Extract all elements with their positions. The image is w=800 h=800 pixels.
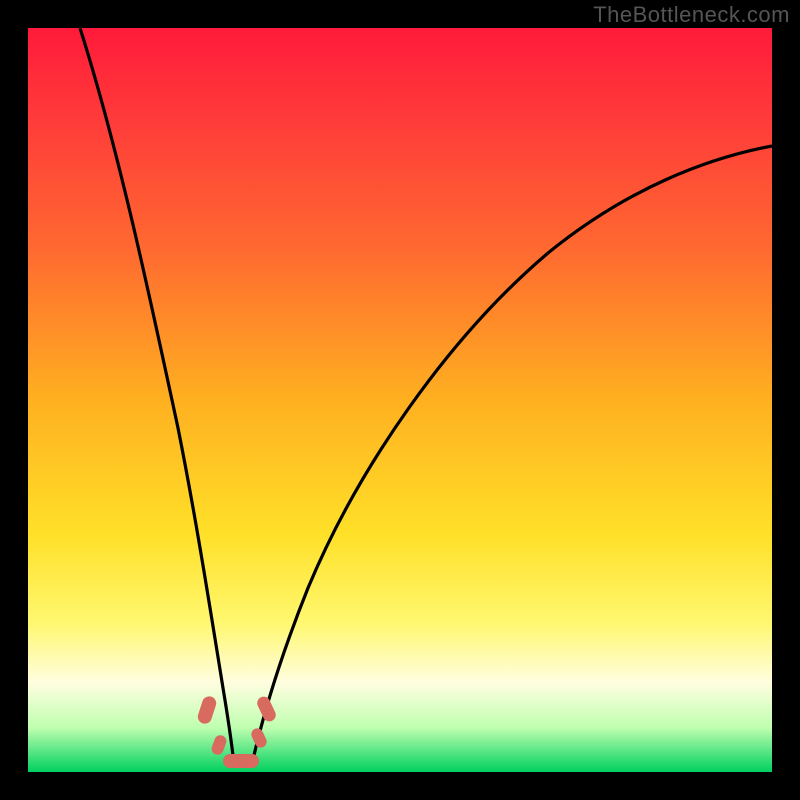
- curve-right: [252, 146, 772, 764]
- chart-frame: TheBottleneck.com: [0, 0, 800, 800]
- marker-bottom: [223, 754, 259, 768]
- attribution-label: TheBottleneck.com: [593, 2, 790, 28]
- plot-area: [28, 28, 772, 772]
- curve-left: [80, 28, 234, 764]
- bottleneck-curve: [28, 28, 772, 772]
